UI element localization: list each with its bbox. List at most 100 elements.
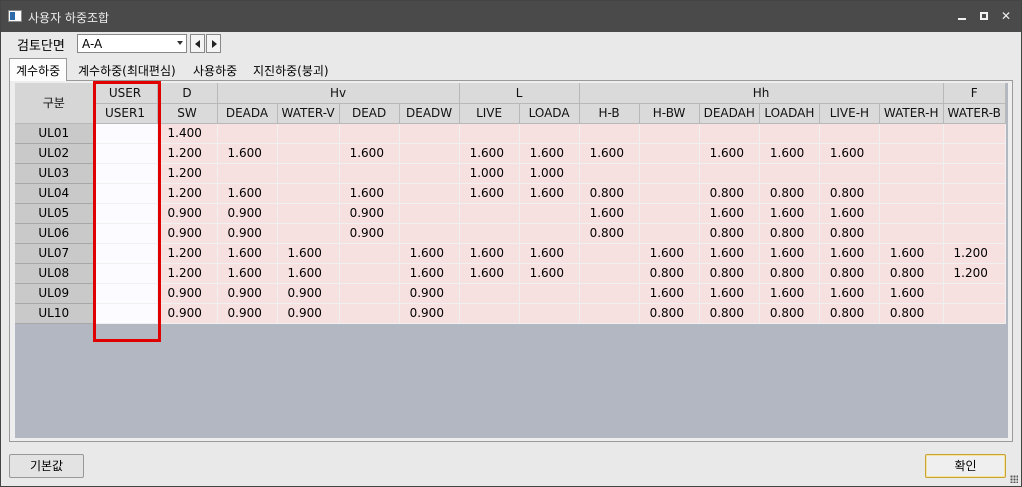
factor-cell[interactable] <box>639 123 700 144</box>
factor-cell[interactable]: 0.800 <box>699 303 760 324</box>
factor-cell[interactable]: 0.900 <box>157 283 218 304</box>
factor-cell[interactable] <box>943 223 1006 244</box>
user-factor-cell[interactable] <box>93 123 158 144</box>
factor-cell[interactable] <box>459 283 520 304</box>
factor-cell[interactable] <box>639 223 700 244</box>
tab-factored-load-max-eccentric[interactable]: 계수하중(최대편심) <box>78 59 176 80</box>
factor-cell[interactable]: 1.600 <box>217 243 278 264</box>
factor-cell[interactable] <box>943 283 1006 304</box>
factor-cell[interactable] <box>943 143 1006 164</box>
factor-cell[interactable] <box>639 203 700 224</box>
user-factor-cell[interactable] <box>93 183 158 204</box>
factor-cell[interactable] <box>759 163 820 184</box>
factor-cell[interactable]: 0.900 <box>157 223 218 244</box>
confirm-button[interactable]: 확인 <box>925 454 1006 478</box>
factor-cell[interactable] <box>879 203 944 224</box>
factor-cell[interactable] <box>943 303 1006 324</box>
factor-cell[interactable] <box>879 223 944 244</box>
factor-cell[interactable] <box>699 123 760 144</box>
factor-cell[interactable] <box>943 203 1006 224</box>
factor-cell[interactable] <box>339 243 400 264</box>
factor-cell[interactable]: 1.400 <box>157 123 218 144</box>
user-factor-cell[interactable] <box>93 283 158 304</box>
factor-cell[interactable] <box>399 203 460 224</box>
factor-cell[interactable]: 0.800 <box>639 263 700 284</box>
section-select[interactable]: A-A <box>77 34 187 53</box>
factor-cell[interactable]: 1.600 <box>819 143 880 164</box>
factor-cell[interactable]: 1.600 <box>519 183 580 204</box>
factor-cell[interactable] <box>879 123 944 144</box>
factor-cell[interactable]: 0.800 <box>699 263 760 284</box>
factor-cell[interactable]: 0.800 <box>879 263 944 284</box>
factor-cell[interactable] <box>943 123 1006 144</box>
factor-cell[interactable]: 1.600 <box>519 243 580 264</box>
next-section-button[interactable] <box>206 34 221 53</box>
row-header[interactable]: UL03 <box>15 163 94 184</box>
factor-cell[interactable]: 1.600 <box>339 143 400 164</box>
factor-cell[interactable] <box>399 223 460 244</box>
factor-cell[interactable]: 0.800 <box>579 223 640 244</box>
row-header[interactable]: UL07 <box>15 243 94 264</box>
factor-cell[interactable]: 1.600 <box>579 203 640 224</box>
factor-cell[interactable]: 1.600 <box>459 243 520 264</box>
factor-cell[interactable] <box>399 183 460 204</box>
factor-cell[interactable]: 0.900 <box>399 303 460 324</box>
factor-cell[interactable] <box>339 163 400 184</box>
factor-cell[interactable]: 0.800 <box>819 183 880 204</box>
factor-cell[interactable]: 0.900 <box>217 223 278 244</box>
factor-cell[interactable]: 1.600 <box>879 243 944 264</box>
factor-cell[interactable] <box>579 123 640 144</box>
factor-cell[interactable] <box>459 303 520 324</box>
factor-cell[interactable]: 0.800 <box>699 183 760 204</box>
factor-cell[interactable]: 0.800 <box>759 303 820 324</box>
factor-cell[interactable] <box>399 143 460 164</box>
factor-cell[interactable] <box>819 123 880 144</box>
factor-cell[interactable]: 1.600 <box>639 243 700 264</box>
factor-cell[interactable]: 1.600 <box>879 283 944 304</box>
factor-cell[interactable]: 1.000 <box>519 163 580 184</box>
factor-cell[interactable]: 1.600 <box>519 143 580 164</box>
factor-cell[interactable]: 1.200 <box>157 163 218 184</box>
factor-cell[interactable]: 1.000 <box>459 163 520 184</box>
factor-cell[interactable]: 1.600 <box>459 183 520 204</box>
factor-cell[interactable] <box>519 203 580 224</box>
factor-cell[interactable]: 0.800 <box>819 303 880 324</box>
default-values-button[interactable]: 기본값 <box>9 454 84 478</box>
tab-service-load[interactable]: 사용하중 <box>193 59 237 80</box>
factor-cell[interactable] <box>819 163 880 184</box>
factor-cell[interactable]: 1.600 <box>699 143 760 164</box>
factor-cell[interactable]: 1.600 <box>759 283 820 304</box>
factor-cell[interactable]: 1.600 <box>399 243 460 264</box>
user-factor-cell[interactable] <box>93 143 158 164</box>
factor-cell[interactable] <box>759 123 820 144</box>
factor-cell[interactable] <box>519 123 580 144</box>
factor-cell[interactable] <box>339 303 400 324</box>
factor-cell[interactable]: 0.900 <box>217 283 278 304</box>
factor-cell[interactable] <box>339 283 400 304</box>
factor-cell[interactable]: 1.600 <box>217 183 278 204</box>
factor-cell[interactable]: 1.200 <box>157 263 218 284</box>
factor-cell[interactable]: 1.600 <box>459 263 520 284</box>
factor-cell[interactable] <box>277 183 340 204</box>
tab-seismic-load-collapse[interactable]: 지진하중(붕괴) <box>253 59 329 80</box>
factor-cell[interactable] <box>639 143 700 164</box>
tab-factored-load[interactable]: 계수하중 <box>9 58 68 81</box>
factor-cell[interactable] <box>579 283 640 304</box>
factor-cell[interactable] <box>519 223 580 244</box>
factor-cell[interactable]: 1.600 <box>699 243 760 264</box>
factor-cell[interactable]: 0.900 <box>157 303 218 324</box>
factor-cell[interactable]: 0.800 <box>879 303 944 324</box>
factor-cell[interactable] <box>399 123 460 144</box>
factor-cell[interactable]: 1.200 <box>943 243 1006 264</box>
resize-grip[interactable] <box>1010 475 1018 483</box>
minimize-icon[interactable] <box>954 8 970 24</box>
factor-cell[interactable]: 1.200 <box>157 183 218 204</box>
factor-cell[interactable] <box>217 163 278 184</box>
factor-cell[interactable]: 1.600 <box>459 143 520 164</box>
factor-cell[interactable]: 0.900 <box>339 223 400 244</box>
row-header[interactable]: UL05 <box>15 203 94 224</box>
factor-cell[interactable]: 1.200 <box>157 243 218 264</box>
title-bar[interactable]: 사용자 하중조합 ✕ <box>1 1 1021 32</box>
factor-cell[interactable]: 0.800 <box>639 303 700 324</box>
factor-cell[interactable]: 1.200 <box>157 143 218 164</box>
